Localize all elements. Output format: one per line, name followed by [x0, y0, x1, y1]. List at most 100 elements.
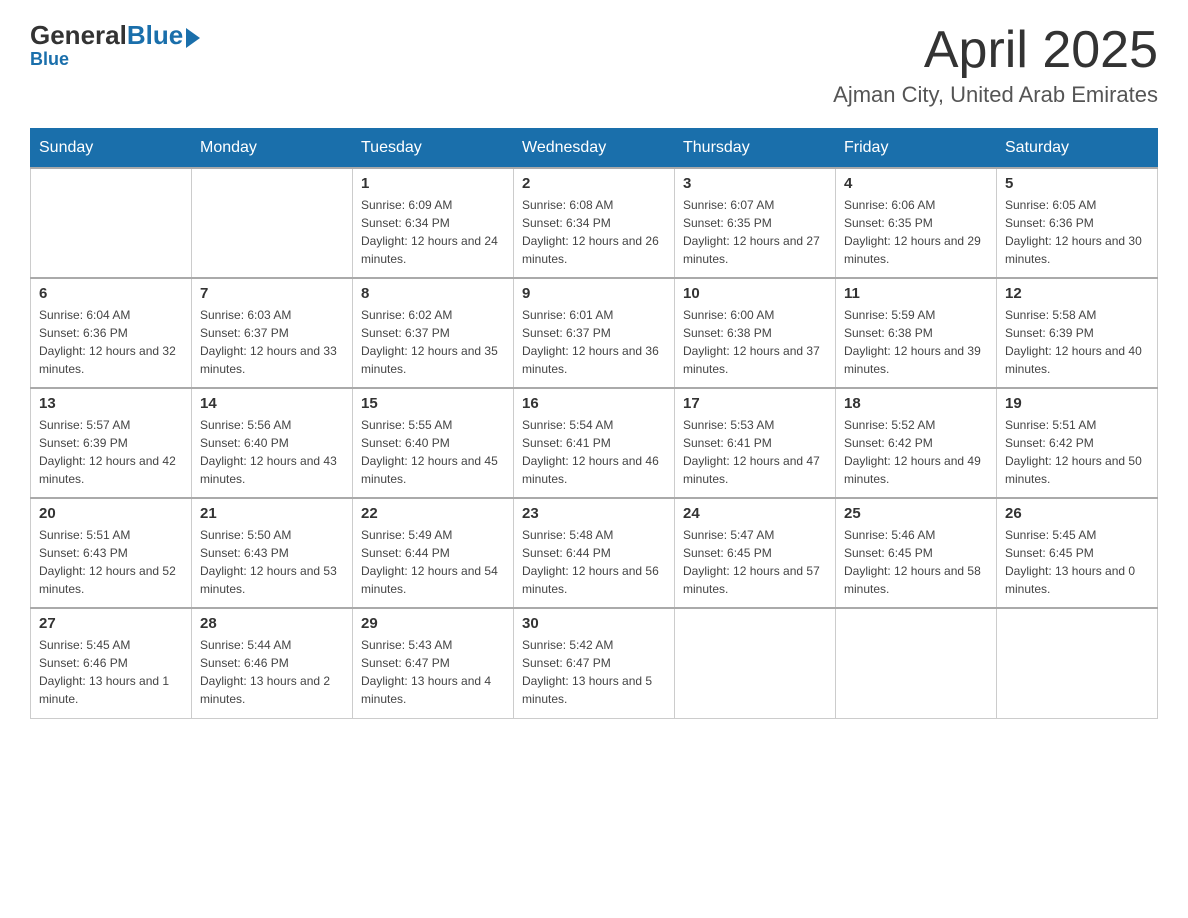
- day-info: Sunrise: 6:00 AMSunset: 6:38 PMDaylight:…: [683, 306, 827, 378]
- day-of-week-header: Tuesday: [353, 129, 514, 169]
- day-number: 6: [39, 285, 183, 302]
- calendar-day-cell: [997, 608, 1158, 718]
- day-info: Sunrise: 5:44 AMSunset: 6:46 PMDaylight:…: [200, 636, 344, 708]
- day-number: 18: [844, 395, 988, 412]
- calendar-day-cell: 11 Sunrise: 5:59 AMSunset: 6:38 PMDayligh…: [836, 278, 997, 388]
- calendar-day-cell: [836, 608, 997, 718]
- day-number: 9: [522, 285, 666, 302]
- calendar-day-cell: 1Sunrise: 6:09 AMSunset: 6:34 PMDaylight…: [353, 168, 514, 278]
- day-number: 10: [683, 285, 827, 302]
- day-number: 4: [844, 175, 988, 192]
- calendar-body: 1Sunrise: 6:09 AMSunset: 6:34 PMDaylight…: [31, 168, 1158, 718]
- day-number: 13: [39, 395, 183, 412]
- day-number: 20: [39, 505, 183, 522]
- location-subtitle: Ajman City, United Arab Emirates: [833, 82, 1158, 108]
- calendar-week-row: 1Sunrise: 6:09 AMSunset: 6:34 PMDaylight…: [31, 168, 1158, 278]
- calendar-day-cell: 4 Sunrise: 6:06 AMSunset: 6:35 PMDaylight…: [836, 168, 997, 278]
- calendar-day-cell: 16Sunrise: 5:54 AMSunset: 6:41 PMDayligh…: [514, 388, 675, 498]
- day-of-week-header: Saturday: [997, 129, 1158, 169]
- day-number: 30: [522, 615, 666, 632]
- calendar-day-cell: 14 Sunrise: 5:56 AMSunset: 6:40 PMDayligh…: [192, 388, 353, 498]
- calendar-day-cell: 18 Sunrise: 5:52 AMSunset: 6:42 PMDayligh…: [836, 388, 997, 498]
- calendar-day-cell: 30 Sunrise: 5:42 AMSunset: 6:47 PMDayligh…: [514, 608, 675, 718]
- day-info: Sunrise: 5:55 AMSunset: 6:40 PMDaylight:…: [361, 416, 505, 488]
- day-of-week-header: Monday: [192, 129, 353, 169]
- calendar-day-cell: 29 Sunrise: 5:43 AMSunset: 6:47 PMDayligh…: [353, 608, 514, 718]
- day-number: 24: [683, 505, 827, 522]
- day-info: Sunrise: 5:48 AMSunset: 6:44 PMDaylight:…: [522, 526, 666, 598]
- day-info: Sunrise: 5:54 AMSunset: 6:41 PMDaylight:…: [522, 416, 666, 488]
- calendar-day-cell: 20Sunrise: 5:51 AMSunset: 6:43 PMDayligh…: [31, 498, 192, 608]
- day-info: Sunrise: 5:58 AMSunset: 6:39 PMDaylight:…: [1005, 306, 1149, 378]
- day-number: 22: [361, 505, 505, 522]
- day-number: 29: [361, 615, 505, 632]
- day-info: Sunrise: 5:59 AMSunset: 6:38 PMDaylight:…: [844, 306, 988, 378]
- day-number: 25: [844, 505, 988, 522]
- day-info: Sunrise: 5:51 AMSunset: 6:42 PMDaylight:…: [1005, 416, 1149, 488]
- day-number: 14: [200, 395, 344, 412]
- day-info: Sunrise: 5:47 AMSunset: 6:45 PMDaylight:…: [683, 526, 827, 598]
- calendar-day-cell: 24 Sunrise: 5:47 AMSunset: 6:45 PMDayligh…: [675, 498, 836, 608]
- day-of-week-header: Sunday: [31, 129, 192, 169]
- calendar-week-row: 27Sunrise: 5:45 AMSunset: 6:46 PMDayligh…: [31, 608, 1158, 718]
- days-of-week-row: SundayMondayTuesdayWednesdayThursdayFrid…: [31, 129, 1158, 169]
- day-number: 2: [522, 175, 666, 192]
- day-number: 28: [200, 615, 344, 632]
- day-info: Sunrise: 6:08 AMSunset: 6:34 PMDaylight:…: [522, 196, 666, 268]
- day-of-week-header: Friday: [836, 129, 997, 169]
- calendar-day-cell: 12 Sunrise: 5:58 AMSunset: 6:39 PMDayligh…: [997, 278, 1158, 388]
- calendar-day-cell: 15 Sunrise: 5:55 AMSunset: 6:40 PMDayligh…: [353, 388, 514, 498]
- day-info: Sunrise: 6:04 AMSunset: 6:36 PMDaylight:…: [39, 306, 183, 378]
- calendar-day-cell: 13 Sunrise: 5:57 AMSunset: 6:39 PMDayligh…: [31, 388, 192, 498]
- day-info: Sunrise: 6:05 AMSunset: 6:36 PMDaylight:…: [1005, 196, 1149, 268]
- calendar-day-cell: [675, 608, 836, 718]
- logo-triangle-icon: [186, 28, 200, 48]
- logo-general-text: General: [30, 20, 127, 51]
- calendar-day-cell: 25 Sunrise: 5:46 AMSunset: 6:45 PMDayligh…: [836, 498, 997, 608]
- calendar-week-row: 6 Sunrise: 6:04 AMSunset: 6:36 PMDaylight…: [31, 278, 1158, 388]
- calendar-week-row: 13 Sunrise: 5:57 AMSunset: 6:39 PMDayligh…: [31, 388, 1158, 498]
- day-number: 23: [522, 505, 666, 522]
- day-info: Sunrise: 6:06 AMSunset: 6:35 PMDaylight:…: [844, 196, 988, 268]
- day-number: 26: [1005, 505, 1149, 522]
- page-header: General Blue Blue April 2025 Ajman City,…: [30, 20, 1158, 108]
- calendar-day-cell: [31, 168, 192, 278]
- day-number: 1: [361, 175, 505, 192]
- calendar-day-cell: 17Sunrise: 5:53 AMSunset: 6:41 PMDayligh…: [675, 388, 836, 498]
- day-info: Sunrise: 5:43 AMSunset: 6:47 PMDaylight:…: [361, 636, 505, 708]
- calendar-day-cell: 2 Sunrise: 6:08 AMSunset: 6:34 PMDaylight…: [514, 168, 675, 278]
- day-info: Sunrise: 5:56 AMSunset: 6:40 PMDaylight:…: [200, 416, 344, 488]
- day-info: Sunrise: 6:07 AMSunset: 6:35 PMDaylight:…: [683, 196, 827, 268]
- calendar-day-cell: 9Sunrise: 6:01 AMSunset: 6:37 PMDaylight…: [514, 278, 675, 388]
- day-number: 7: [200, 285, 344, 302]
- day-number: 15: [361, 395, 505, 412]
- calendar-day-cell: [192, 168, 353, 278]
- calendar-day-cell: 3 Sunrise: 6:07 AMSunset: 6:35 PMDaylight…: [675, 168, 836, 278]
- logo-blue-text: Blue: [127, 20, 183, 51]
- calendar-header: SundayMondayTuesdayWednesdayThursdayFrid…: [31, 129, 1158, 169]
- day-info: Sunrise: 6:02 AMSunset: 6:37 PMDaylight:…: [361, 306, 505, 378]
- day-of-week-header: Wednesday: [514, 129, 675, 169]
- day-number: 12: [1005, 285, 1149, 302]
- day-number: 19: [1005, 395, 1149, 412]
- calendar-day-cell: 28 Sunrise: 5:44 AMSunset: 6:46 PMDayligh…: [192, 608, 353, 718]
- calendar-day-cell: 22Sunrise: 5:49 AMSunset: 6:44 PMDayligh…: [353, 498, 514, 608]
- calendar-day-cell: 10 Sunrise: 6:00 AMSunset: 6:38 PMDayligh…: [675, 278, 836, 388]
- day-number: 5: [1005, 175, 1149, 192]
- calendar-day-cell: 5 Sunrise: 6:05 AMSunset: 6:36 PMDaylight…: [997, 168, 1158, 278]
- logo: General Blue Blue: [30, 20, 200, 70]
- day-number: 11: [844, 285, 988, 302]
- day-number: 3: [683, 175, 827, 192]
- calendar-week-row: 20Sunrise: 5:51 AMSunset: 6:43 PMDayligh…: [31, 498, 1158, 608]
- calendar-day-cell: 8Sunrise: 6:02 AMSunset: 6:37 PMDaylight…: [353, 278, 514, 388]
- title-section: April 2025 Ajman City, United Arab Emira…: [833, 20, 1158, 108]
- day-info: Sunrise: 5:42 AMSunset: 6:47 PMDaylight:…: [522, 636, 666, 708]
- day-info: Sunrise: 5:46 AMSunset: 6:45 PMDaylight:…: [844, 526, 988, 598]
- day-info: Sunrise: 5:45 AMSunset: 6:45 PMDaylight:…: [1005, 526, 1149, 598]
- day-info: Sunrise: 5:57 AMSunset: 6:39 PMDaylight:…: [39, 416, 183, 488]
- calendar-day-cell: 6 Sunrise: 6:04 AMSunset: 6:36 PMDaylight…: [31, 278, 192, 388]
- calendar-table: SundayMondayTuesdayWednesdayThursdayFrid…: [30, 128, 1158, 719]
- day-info: Sunrise: 5:53 AMSunset: 6:41 PMDaylight:…: [683, 416, 827, 488]
- day-info: Sunrise: 6:03 AMSunset: 6:37 PMDaylight:…: [200, 306, 344, 378]
- day-info: Sunrise: 5:52 AMSunset: 6:42 PMDaylight:…: [844, 416, 988, 488]
